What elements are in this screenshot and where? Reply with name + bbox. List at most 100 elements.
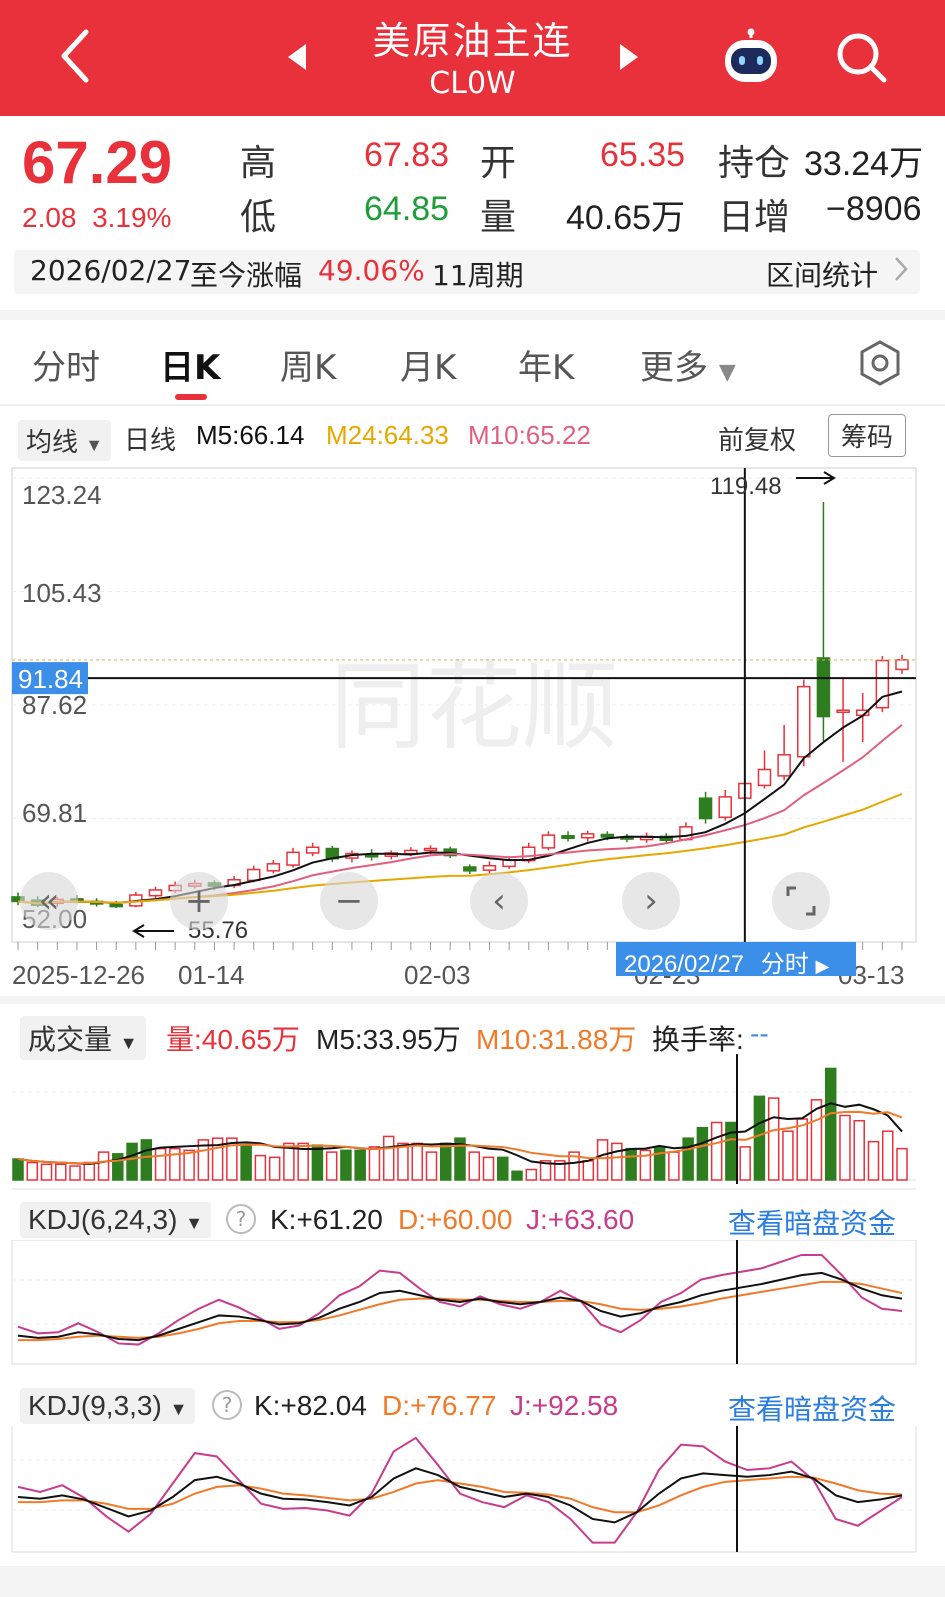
volume-bar — [896, 1147, 908, 1181]
turnover-label: 换手率: — [652, 1024, 744, 1055]
search-icon[interactable] — [834, 30, 890, 86]
help-icon[interactable]: ? — [226, 1204, 256, 1234]
volume-bar — [482, 1156, 495, 1181]
bottom-spacer — [0, 1566, 945, 1597]
volume-bar — [382, 1135, 395, 1181]
chevron-right-icon: › — [644, 881, 658, 921]
tab-more[interactable]: 更多 ▼ — [640, 340, 736, 389]
open-interest-value: 33.24万 — [804, 145, 924, 183]
candle-body — [757, 768, 772, 787]
dark-pool-link[interactable]: 查看暗盘资金 — [728, 1202, 896, 1242]
volume-bar — [725, 1121, 737, 1181]
candle-body — [797, 685, 811, 758]
candle-body — [600, 833, 615, 838]
range-periods: 11周期 — [432, 259, 524, 292]
scroll-left-button[interactable]: ‹ — [470, 872, 528, 930]
volume-bar — [839, 1114, 851, 1181]
robot-icon[interactable] — [720, 28, 782, 88]
volume-chart[interactable] — [0, 1054, 945, 1184]
volume-value: 40.65万 — [566, 199, 686, 237]
max-price-label: 119.48 — [710, 473, 782, 500]
tab-weekly-k[interactable]: 周K — [280, 340, 336, 389]
volume-ma5: M5:33.95万 — [316, 1024, 461, 1055]
tab-intraday[interactable]: 分时 — [32, 340, 100, 389]
crosshair-date-tag[interactable]: 2026/02/27 分时 ▶ — [616, 942, 856, 978]
x-tick-label: 2025-12-26 — [12, 960, 145, 990]
daily-increase-value: −8906 — [826, 190, 922, 228]
ma10-value: M10:65.22 — [468, 420, 591, 450]
chevron-left-icon: ‹ — [492, 881, 506, 921]
fullscreen-button[interactable] — [772, 872, 830, 930]
volume-bars — [12, 1067, 908, 1181]
range-percent: 49.06% — [318, 254, 425, 287]
caret-down-icon: ▼ — [85, 435, 104, 455]
caret-down-icon: ▼ — [718, 360, 736, 385]
daily-increase-label: 日增 — [718, 197, 791, 238]
next-icon[interactable] — [618, 42, 640, 72]
candle-body — [541, 834, 556, 849]
period-label: 日线 — [124, 425, 177, 455]
volume-bar — [596, 1139, 609, 1181]
indicator-selector-kdj2[interactable]: KDJ(9,3,3) ▼ — [20, 1388, 196, 1424]
kdj2-k: K:+82.04 — [254, 1390, 367, 1421]
candle-body — [816, 657, 831, 718]
volume-bar — [83, 1161, 96, 1181]
indicator-label: 成交量 — [28, 1024, 113, 1055]
low-label: 低 — [240, 197, 277, 238]
tab-more-label: 更多 — [640, 348, 708, 388]
volume-label: 量 — [480, 197, 517, 238]
divider — [0, 404, 945, 406]
volume-bar — [439, 1142, 452, 1181]
arrow-right-icon — [796, 471, 836, 485]
range-stats-bar[interactable]: 2026/02/27 至今涨幅 49.06% 11周期 区间统计 — [14, 250, 920, 294]
volume-bar — [183, 1149, 195, 1181]
tab-daily-k[interactable]: 日K — [160, 340, 220, 389]
volume-bar — [325, 1151, 338, 1181]
instrument-title: 美原油主连 — [372, 19, 573, 63]
zoom-in-button[interactable]: + — [170, 872, 228, 930]
help-icon[interactable]: ? — [212, 1390, 242, 1420]
indicator-selector-kdj1[interactable]: KDJ(6,24,3) ▼ — [20, 1202, 212, 1238]
turnover-value: -- — [750, 1018, 769, 1049]
kdj-chart-2[interactable] — [0, 1426, 945, 1556]
kdj-lines — [17, 1253, 903, 1346]
caret-down-icon: ▼ — [185, 1213, 204, 1233]
top-bar: 美原油主连 CL0W — [0, 0, 945, 116]
double-chevron-left-icon: « — [38, 881, 60, 921]
scroll-start-button[interactable]: « — [20, 872, 78, 930]
open-label: 开 — [480, 143, 517, 184]
y-tick-label: 105.43 — [22, 578, 102, 608]
divider — [12, 1188, 916, 1190]
indicator-label: KDJ(9,3,3) — [28, 1390, 162, 1421]
candle-body — [286, 851, 300, 866]
tab-monthly-k[interactable]: 月K — [400, 340, 456, 389]
candle-body — [698, 797, 713, 820]
tab-yearly-k[interactable]: 年K — [518, 340, 574, 389]
candle-body — [246, 868, 261, 882]
kdj-j-line — [17, 1436, 903, 1544]
scroll-right-button[interactable]: › — [622, 872, 680, 930]
dark-pool-link[interactable]: 查看暗盘资金 — [728, 1388, 896, 1428]
caret-down-icon: ▼ — [169, 1399, 188, 1419]
candle-body — [148, 889, 163, 897]
kdj-d-line — [18, 1280, 903, 1342]
kdj-chart-1[interactable] — [0, 1240, 945, 1368]
active-tab-indicator — [175, 394, 207, 400]
range-stats-link[interactable]: 区间统计 — [766, 254, 878, 294]
kdj1-j: J:+63.60 — [526, 1204, 635, 1235]
chevron-right-icon — [894, 252, 908, 293]
expand-icon — [786, 886, 816, 916]
adjust-mode[interactable]: 前复权 — [718, 420, 796, 457]
volume-bar — [867, 1140, 880, 1181]
ma-selector[interactable]: 均线 ▼ — [18, 420, 112, 461]
price-change: 2.08 3.19% — [22, 202, 171, 234]
volume-current: 量:40.65万 — [166, 1024, 300, 1055]
zoom-out-button[interactable]: − — [320, 872, 378, 930]
volume-bar — [625, 1147, 637, 1181]
candle-body — [423, 847, 438, 852]
candle-body — [895, 659, 909, 671]
chips-button[interactable]: 筹码 — [828, 414, 907, 457]
settings-icon[interactable] — [858, 338, 902, 388]
volume-bar — [881, 1130, 894, 1181]
y-tick-label: 69.81 — [22, 798, 88, 828]
